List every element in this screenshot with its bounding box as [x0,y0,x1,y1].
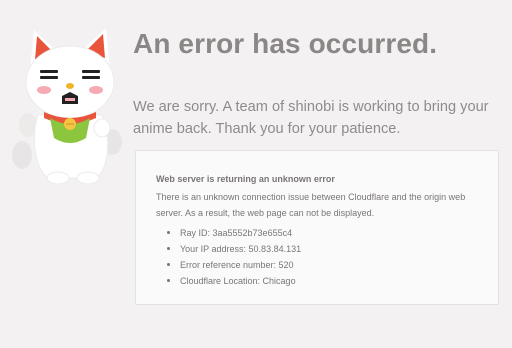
cloudflare-location-item: Cloudflare Location: Chicago [156,273,482,289]
error-heading: Web server is returning an unknown error [156,174,335,184]
error-reference-item: Error reference number: 520 [156,257,482,273]
error-details-list: Ray ID: 3aa5552b73e655c4 Your IP address… [156,225,482,289]
bullet-icon [167,263,170,266]
bullet-icon [167,247,170,250]
error-description: There is an unknown connection issue bet… [156,192,466,218]
bullet-icon [167,231,170,234]
page-title: An error has occurred. [133,28,438,59]
ip-address-text: Your IP address: 50.83.84.131 [180,244,302,254]
error-details-content: Web server is returning an unknown error… [156,173,482,289]
maneki-neko-cat-icon [8,20,126,190]
bullet-icon [167,279,170,282]
error-reference-text: Error reference number: 520 [180,260,294,270]
ray-id-text: Ray ID: 3aa5552b73e655c4 [180,228,293,238]
apology-message: We are sorry. A team of shinobi is worki… [133,99,489,137]
ray-id-item: Ray ID: 3aa5552b73e655c4 [156,225,482,241]
cloudflare-location-text: Cloudflare Location: Chicago [180,276,296,286]
ip-address-item: Your IP address: 50.83.84.131 [156,241,482,257]
error-details-card: Web server is returning an unknown error… [135,150,499,305]
